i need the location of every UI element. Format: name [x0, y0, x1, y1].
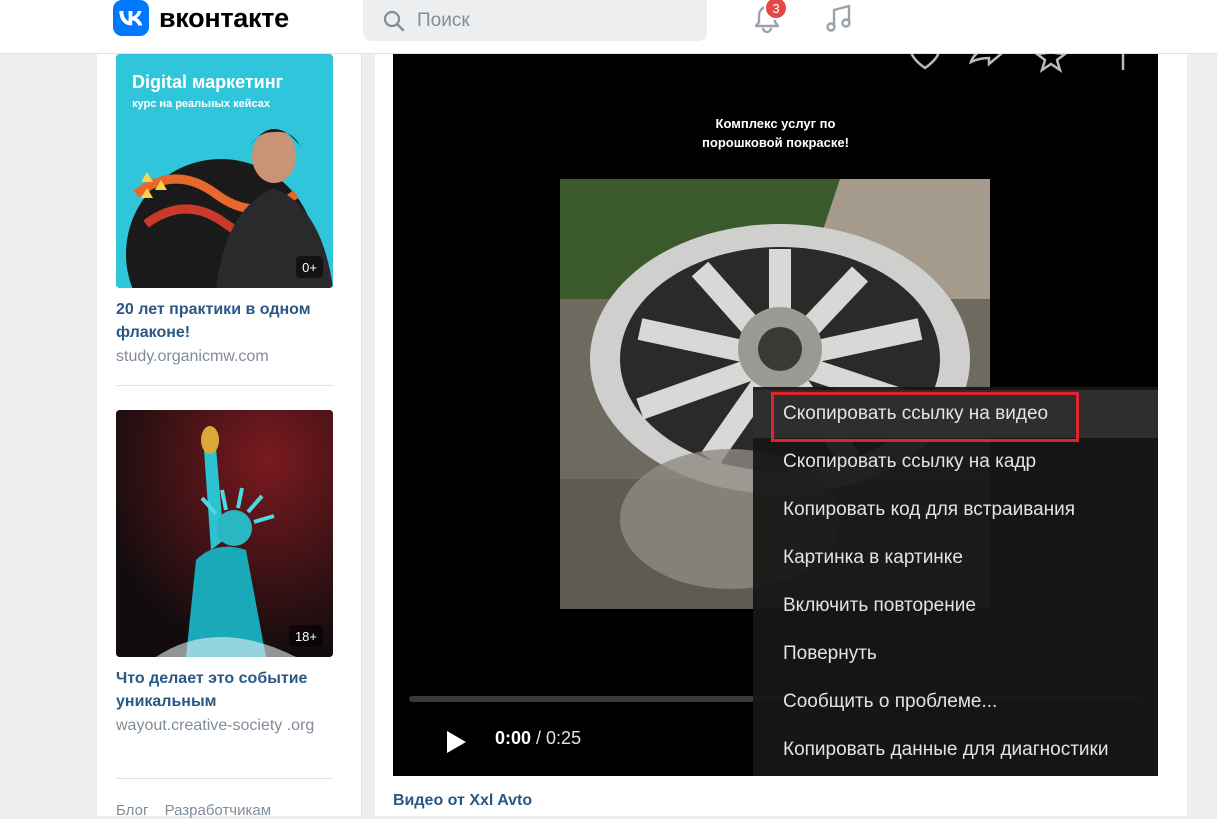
vk-logo[interactable]: вконтакте: [113, 0, 289, 36]
star-icon: [1034, 54, 1068, 73]
ad-image-title: Digital маркетинг: [132, 72, 284, 92]
ad-url[interactable]: study.organicmw.com: [116, 345, 341, 368]
menu-item-report-problem[interactable]: Сообщить о проблеме...: [753, 678, 1158, 726]
menu-item-rotate[interactable]: Повернуть: [753, 630, 1158, 678]
menu-item-copy-embed-code[interactable]: Копировать код для встраивания: [753, 486, 1158, 534]
age-rating-badge: 18+: [288, 625, 323, 647]
video-caption: Комплекс услуг по порошковой покраске!: [393, 114, 1158, 152]
share-icon: [968, 54, 1003, 67]
menu-item-picture-in-picture[interactable]: Картинка в картинке: [753, 534, 1158, 582]
video-top-actions: [910, 54, 1125, 73]
ad-image-marketing[interactable]: 0+ Digital маркетинг курс на реальных ке…: [116, 54, 333, 288]
video-caption-line: Комплекс услуг по: [715, 116, 836, 131]
statue-of-liberty-illustration: [116, 410, 333, 657]
ad-title-link[interactable]: Что делает это событие уникальным: [116, 667, 341, 713]
divider: [116, 778, 333, 779]
divider: [116, 385, 333, 386]
menu-item-enable-loop[interactable]: Включить повторение: [753, 582, 1158, 630]
current-time: 0:00: [495, 728, 532, 748]
play-icon[interactable]: [445, 730, 467, 754]
video-duration: 0:25: [546, 728, 582, 748]
search-placeholder: Поиск: [417, 9, 470, 31]
ad-url[interactable]: wayout.creative-society .org: [116, 714, 341, 737]
vk-logo-icon: [113, 0, 149, 36]
video-context-menu: Скопировать ссылку на видео Скопировать …: [753, 387, 1158, 776]
like-icon: [910, 54, 940, 70]
video-timecode: 0:00 / 0:25: [495, 728, 581, 749]
left-sidebar: 0+ Digital маркетинг курс на реальных ке…: [97, 54, 362, 819]
menu-item-copy-diagnostics[interactable]: Копировать данные для диагностики: [753, 726, 1158, 774]
music-icon[interactable]: [822, 2, 856, 36]
footer-link-developers[interactable]: Разработчикам: [165, 802, 271, 819]
annotation-highlight-box: [771, 392, 1079, 442]
time-separator: /: [531, 728, 547, 748]
top-header: вконтакте Поиск 3: [0, 0, 1217, 54]
video-title-link[interactable]: Видео от Xxl Avto: [393, 792, 532, 810]
video-caption-line: порошковой покраске!: [702, 135, 849, 150]
ad-image-statue[interactable]: 18+: [116, 410, 333, 657]
logo-text: вконтакте: [159, 2, 289, 33]
ad-title-link[interactable]: 20 лет практики в одном флаконе!: [116, 298, 341, 344]
search-icon: [383, 10, 405, 31]
right-column-edge: [1200, 54, 1217, 816]
notifications-badge: 3: [764, 0, 788, 20]
footer-links: Блог Разработчикам: [116, 802, 283, 819]
age-rating-badge: 0+: [296, 256, 323, 278]
footer-link-blog[interactable]: Блог: [116, 802, 148, 819]
menu-item-copy-frame-link[interactable]: Скопировать ссылку на кадр: [753, 438, 1158, 486]
search-input[interactable]: Поиск: [363, 0, 707, 41]
ad-image-subtitle: курс на реальных кейсах: [132, 98, 270, 110]
